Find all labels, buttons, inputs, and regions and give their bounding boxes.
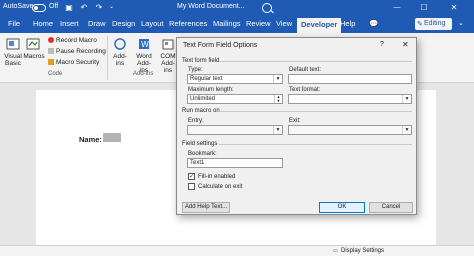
ribbon-tabs: File Home Insert Draw Design Layout Refe… [0,17,474,33]
calculate-on-exit-label: Calculate on exit [198,184,243,190]
editing-label: Editing [424,20,446,27]
document-title[interactable]: My Word Document... [177,3,245,10]
help-button[interactable]: ? [380,41,384,48]
text-format-label: Text format: [289,87,321,93]
dialog-title: Text Form Field Options [183,42,258,49]
fill-in-enabled-checkbox[interactable]: ✓ [188,173,195,180]
maximum-length-label: Maximum length: [188,87,234,93]
display-settings-icon[interactable]: ▭ [333,248,338,254]
text-format-dropdown[interactable]: ▼ [288,94,412,104]
autosave-label: AutoSave [3,3,34,10]
autosave-toggle[interactable] [32,4,46,12]
com-add-ins-icon[interactable] [161,37,175,51]
add-ins-icon[interactable] [113,37,127,51]
warning-icon [48,59,54,65]
pause-recording-button[interactable]: Pause Recording [48,48,106,55]
section-divider [219,144,412,145]
section-divider [219,111,412,112]
add-help-text-button[interactable]: Add Help Text... [182,202,230,213]
tab-insert[interactable]: Insert [60,19,79,28]
maximum-length-value: Unlimited [190,96,216,102]
editing-button[interactable]: ✎ Editing [415,18,452,30]
display-settings-button[interactable]: Display Settings [341,248,384,254]
field-settings-section-label: Field settings [182,141,218,147]
chevron-down-icon: ▼ [273,75,282,83]
cancel-button[interactable]: Cancel [369,202,413,213]
run-macro-section-label: Run macro on [182,108,220,114]
default-text-label: Default text: [289,67,322,73]
tab-references[interactable]: References [169,19,207,28]
name-label: Name: [79,135,102,144]
svg-text:W: W [141,40,149,49]
tab-design[interactable]: Design [112,19,135,28]
title-bar: AutoSave Off ▣ ↶ ↷ ⌄ My Word Document...… [0,0,474,17]
macro-security-button[interactable]: Macro Security [48,59,99,66]
tab-developer[interactable]: Developer [297,18,342,33]
type-label: Type: [188,67,203,73]
text-form-field[interactable] [103,133,121,142]
type-value: Regular text [190,76,223,82]
section-divider [219,61,412,62]
text-form-field-section-label: Text form field [182,58,220,64]
ok-button[interactable]: OK [319,202,365,213]
maximize-icon[interactable]: ☐ [419,3,429,13]
pen-icon: ✎ [417,21,423,28]
exit-label: Exit: [289,118,301,124]
save-icon[interactable]: ▣ [64,3,74,13]
ribbon-options-icon[interactable]: ⌄ [458,19,464,27]
word-add-ins-icon[interactable]: W [137,37,151,51]
pause-icon [48,48,54,54]
exit-macro-dropdown[interactable]: ▼ [288,125,412,135]
tab-home[interactable]: Home [33,19,53,28]
tab-layout[interactable]: Layout [141,19,164,28]
qat-more-icon[interactable]: ⌄ [109,3,114,10]
tab-draw[interactable]: Draw [88,19,106,28]
type-dropdown[interactable]: Regular text ▼ [187,74,283,84]
redo-icon[interactable]: ↷ [94,3,104,13]
add-ins-group-label: Add-ins [133,71,154,77]
status-bar: ▭ Display Settings [0,245,474,256]
record-macro-button[interactable]: Record Macro [48,37,97,44]
text-form-field-options-dialog: Text Form Field Options ? ✕ Text form fi… [176,37,417,215]
macros-icon[interactable] [26,37,40,51]
minimize-icon[interactable]: — [392,3,402,13]
record-icon [48,37,54,43]
tab-view[interactable]: View [276,19,292,28]
close-icon[interactable]: ✕ [449,3,459,13]
bookmark-label: Bookmark: [188,151,217,157]
search-icon[interactable] [262,3,272,13]
group-divider [107,36,108,80]
tab-mailings[interactable]: Mailings [213,19,241,28]
chevron-down-icon: ▼ [402,95,411,103]
add-ins-label[interactable]: Add- ins [113,53,127,67]
visual-basic-icon[interactable] [6,37,20,51]
macros-label[interactable]: Macros [23,53,45,60]
undo-icon[interactable]: ↶ [79,3,89,13]
spinner-arrows-icon[interactable]: ▲ ▼ [274,95,282,103]
code-group-label: Code [48,71,63,77]
fill-in-enabled-label: Fill-in enabled [198,174,236,180]
entry-macro-dropdown[interactable]: ▼ [187,125,283,135]
dialog-close-button[interactable]: ✕ [402,40,409,49]
entry-label: Entry: [188,118,204,124]
chevron-down-icon: ▼ [402,126,411,134]
comments-icon[interactable]: 💬 [369,19,378,28]
bookmark-input[interactable]: Text1 [187,158,283,168]
visual-basic-label[interactable]: Visual Basic [3,53,23,67]
autosave-state: Off [49,3,59,10]
tab-help[interactable]: Help [340,19,355,28]
maximum-length-spinner[interactable]: Unlimited ▲ ▼ [187,94,283,104]
tab-review[interactable]: Review [246,19,271,28]
tab-file[interactable]: File [8,19,20,28]
chevron-down-icon: ▼ [273,126,282,134]
calculate-on-exit-checkbox[interactable] [188,183,195,190]
default-text-input[interactable] [288,74,412,84]
